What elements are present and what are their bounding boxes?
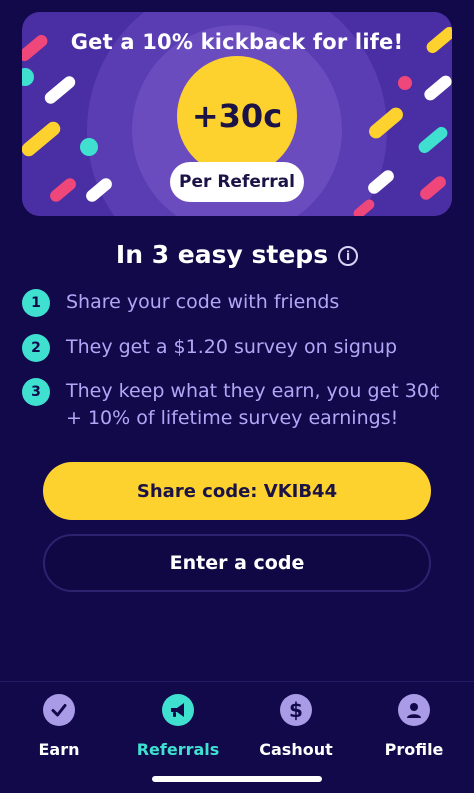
info-icon[interactable]: i	[338, 245, 359, 266]
nav-label: Earn	[38, 740, 80, 759]
referral-banner: Get a 10% kickback for life! +30c Per Re…	[22, 12, 452, 216]
user-icon	[398, 694, 430, 726]
step-3: 3 They keep what they earn, you get 30¢ …	[22, 378, 458, 432]
check-circle-icon	[43, 694, 75, 726]
step-number-badge: 3	[22, 378, 50, 406]
step-text: Share your code with friends	[66, 291, 340, 313]
coin-value: +30c	[191, 97, 283, 135]
nav-item-referrals[interactable]: Referrals	[123, 694, 233, 759]
share-code-button[interactable]: Share code: VKIB44	[43, 462, 431, 520]
step-number-badge: 1	[22, 289, 50, 317]
nav-label: Referrals	[136, 740, 220, 759]
step-text: They keep what they earn, you get 30¢ + …	[66, 380, 441, 429]
confetti-dot-teal-2	[80, 138, 98, 156]
nav-item-earn[interactable]: Earn	[4, 694, 114, 759]
nav-item-cashout[interactable]: $ Cashout	[241, 694, 351, 759]
steps-heading: In 3 easy steps i	[0, 240, 474, 269]
referrals-screen: Get a 10% kickback for life! +30c Per Re…	[0, 0, 474, 793]
step-text: They get a $1.20 survey on signup	[66, 336, 398, 358]
nav-item-profile[interactable]: Profile	[359, 694, 469, 759]
enter-code-button[interactable]: Enter a code	[43, 534, 431, 592]
dollar-icon: $	[280, 694, 312, 726]
per-referral-pill: Per Referral	[170, 162, 304, 202]
nav-label: Cashout	[259, 740, 333, 759]
step-2: 2 They get a $1.20 survey on signup	[22, 334, 458, 362]
coin-badge: +30c	[177, 56, 297, 176]
step-number-badge: 2	[22, 334, 50, 362]
nav-label: Profile	[384, 740, 444, 759]
megaphone-icon	[162, 694, 194, 726]
confetti-dot-pink-right	[398, 76, 412, 90]
steps-title: In 3 easy steps	[115, 240, 329, 269]
home-indicator	[152, 776, 322, 782]
banner-title: Get a 10% kickback for life!	[70, 30, 404, 54]
step-1: 1 Share your code with friends	[22, 289, 458, 317]
